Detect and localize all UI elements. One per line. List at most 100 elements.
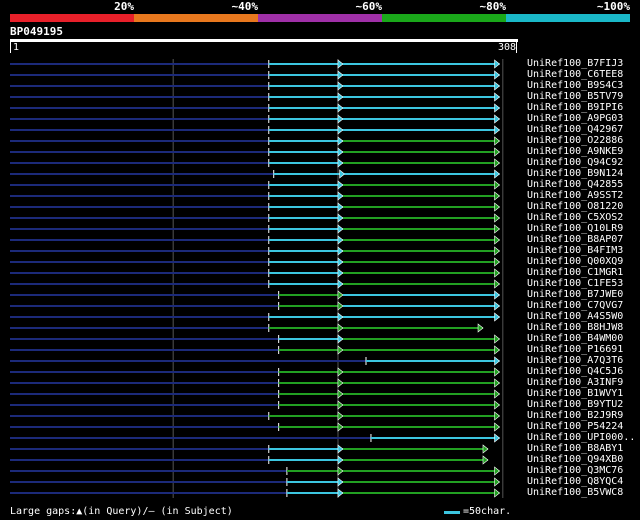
- hit-row[interactable]: [10, 422, 500, 432]
- hit-row[interactable]: [10, 158, 500, 168]
- hit-row[interactable]: [10, 224, 500, 234]
- hit-row[interactable]: [10, 389, 500, 399]
- hit-arrow: [494, 191, 500, 201]
- hit-label[interactable]: UniRef100_A3INF9: [527, 377, 623, 388]
- hit-row[interactable]: [10, 202, 500, 212]
- hit-label[interactable]: UniRef100_B5TV79: [527, 91, 623, 102]
- hit-label[interactable]: UniRef100_B2J9R9: [527, 410, 623, 421]
- hit-label[interactable]: UniRef100_Q42967: [527, 124, 623, 135]
- hit-row[interactable]: [10, 70, 500, 80]
- hit-row[interactable]: [10, 488, 500, 498]
- hit-arrow: [337, 202, 344, 212]
- hit-arrow: [337, 290, 344, 300]
- hit-label[interactable]: UniRef100_B4FIM3: [527, 245, 623, 256]
- hit-label[interactable]: UniRef100_B1WVY1: [527, 388, 623, 399]
- hit-row[interactable]: [10, 433, 500, 443]
- hit-label[interactable]: UniRef100_C5XOS2: [527, 212, 623, 223]
- hit-row[interactable]: [10, 455, 489, 465]
- hit-label[interactable]: UniRef100_Q00XQ9: [527, 256, 623, 267]
- hit-row[interactable]: [10, 312, 500, 322]
- hit-label[interactable]: UniRef100_B9S4C3: [527, 80, 623, 91]
- hit-row[interactable]: [10, 290, 500, 300]
- hit-arrow: [337, 466, 344, 476]
- scale-legend: =50char.: [444, 506, 511, 518]
- hit-row[interactable]: [10, 125, 500, 135]
- hit-label[interactable]: UniRef100_A9SST2: [527, 190, 623, 201]
- hit-label[interactable]: UniRef100_B8ABY1: [527, 443, 623, 454]
- hit-arrow: [494, 103, 500, 113]
- hit-row[interactable]: [10, 92, 500, 102]
- hit-row[interactable]: [10, 400, 500, 410]
- hit-arrow: [337, 158, 344, 168]
- hit-label[interactable]: UniRef100_Q3MC76: [527, 465, 623, 476]
- hit-label[interactable]: UniRef100_C1FE53: [527, 278, 623, 289]
- hit-row[interactable]: [10, 411, 500, 421]
- hit-row[interactable]: [10, 378, 500, 388]
- hit-label[interactable]: UniRef100_B5VWC8: [527, 487, 623, 498]
- hit-label[interactable]: UniRef100_B8HJW8: [527, 322, 623, 333]
- hit-row[interactable]: [10, 169, 500, 179]
- hit-arrow: [494, 466, 500, 476]
- hit-row[interactable]: [10, 213, 500, 223]
- hit-label[interactable]: UniRef100_UPI000..: [527, 432, 635, 443]
- hit-row[interactable]: [10, 323, 484, 333]
- hit-row[interactable]: [10, 114, 500, 124]
- hit-label[interactable]: UniRef100_Q4C5J6: [527, 366, 623, 377]
- hit-row[interactable]: [10, 477, 500, 487]
- hit-row[interactable]: [10, 345, 500, 355]
- hit-label[interactable]: UniRef100_C1MGR1: [527, 267, 623, 278]
- hit-label[interactable]: UniRef100_B9YTU2: [527, 399, 623, 410]
- hit-row[interactable]: [10, 191, 500, 201]
- hit-arrow: [337, 378, 344, 388]
- hit-label[interactable]: UniRef100_Q94XB0: [527, 454, 623, 465]
- hit-row[interactable]: [10, 59, 500, 69]
- hit-label[interactable]: UniRef100_A7Q3T6: [527, 355, 623, 366]
- hit-label[interactable]: UniRef100_B8AP07: [527, 234, 623, 245]
- hit-label[interactable]: UniRef100_Q10LR9: [527, 223, 623, 234]
- hit-label[interactable]: UniRef100_Q94C92: [527, 157, 623, 168]
- hit-arrow: [337, 477, 344, 487]
- hit-label[interactable]: UniRef100_B9IPI6: [527, 102, 623, 113]
- hit-arrow: [494, 70, 500, 80]
- hit-arrow: [494, 114, 500, 124]
- hit-row[interactable]: [10, 103, 500, 113]
- hit-label[interactable]: UniRef100_Q8YQC4: [527, 476, 623, 487]
- hit-row[interactable]: [10, 466, 500, 476]
- hit-label[interactable]: UniRef100_P16691: [527, 344, 623, 355]
- hit-label[interactable]: UniRef100_A4S5W0: [527, 311, 623, 322]
- hit-label[interactable]: UniRef100_B4WM00: [527, 333, 623, 344]
- hit-row[interactable]: [10, 356, 500, 366]
- hit-label[interactable]: UniRef100_B7JWE0: [527, 289, 623, 300]
- hit-label[interactable]: UniRef100_C7QVG7: [527, 300, 623, 311]
- hit-label[interactable]: UniRef100_B7FIJ3: [527, 58, 623, 69]
- hit-row[interactable]: [10, 246, 500, 256]
- hit-label[interactable]: UniRef100_Q42855: [527, 179, 623, 190]
- hit-row[interactable]: [10, 444, 489, 454]
- hit-row[interactable]: [10, 257, 500, 267]
- hit-label[interactable]: UniRef100_O22886: [527, 135, 623, 146]
- hit-row[interactable]: [10, 136, 500, 146]
- hit-row[interactable]: [10, 268, 500, 278]
- hit-row[interactable]: [10, 334, 500, 344]
- hit-arrow: [337, 92, 344, 102]
- hit-row[interactable]: [10, 180, 500, 190]
- hit-arrow: [337, 246, 344, 256]
- hit-label[interactable]: UniRef100_C6TEE8: [527, 69, 623, 80]
- hit-row[interactable]: [10, 81, 500, 91]
- hit-arrow: [494, 169, 500, 179]
- hit-arrow: [494, 81, 500, 91]
- hit-row[interactable]: [10, 279, 500, 289]
- hit-arrow: [494, 312, 500, 322]
- hit-row[interactable]: [10, 301, 500, 311]
- hit-label[interactable]: UniRef100_P54224: [527, 421, 623, 432]
- hit-row[interactable]: [10, 367, 500, 377]
- hit-row[interactable]: [10, 235, 500, 245]
- scale-swatch: [444, 510, 460, 514]
- hit-label[interactable]: UniRef100_B9N124: [527, 168, 623, 179]
- hit-label[interactable]: UniRef100_O81220: [527, 201, 623, 212]
- hit-arrow: [494, 301, 500, 311]
- hit-label[interactable]: UniRef100_A9NKE9: [527, 146, 623, 157]
- hit-row[interactable]: [10, 147, 500, 157]
- hit-arrow: [494, 246, 500, 256]
- hit-label[interactable]: UniRef100_A9PG03: [527, 113, 623, 124]
